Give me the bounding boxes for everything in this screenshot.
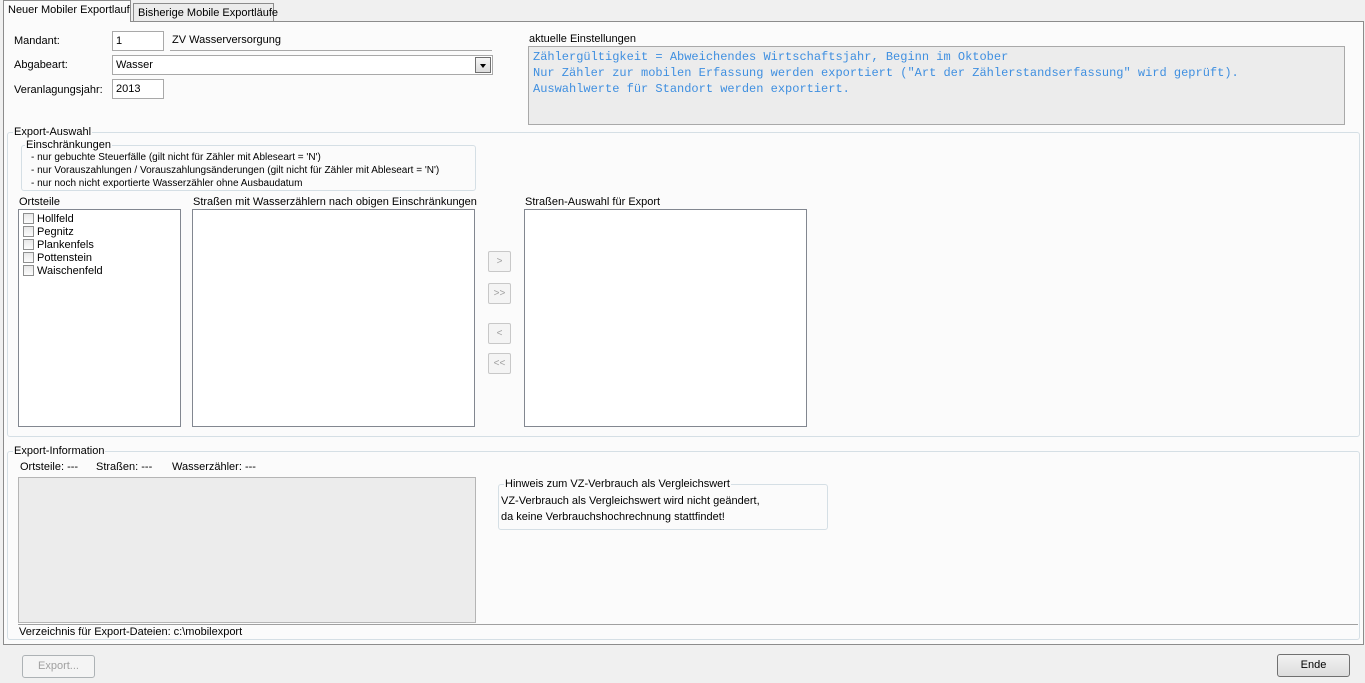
info-wasserzaehler: Wasserzähler: --- <box>172 461 256 473</box>
checkbox[interactable] <box>23 226 34 237</box>
abgabeart-select[interactable]: Wasser <box>112 55 493 75</box>
ende-button[interactable]: Ende <box>1277 654 1350 677</box>
ortsteil-item[interactable]: Hollfeld <box>23 212 74 225</box>
auswahl-label: Straßen-Auswahl für Export <box>525 196 661 208</box>
mandant-input[interactable]: 1 <box>112 31 164 51</box>
settings-title: aktuelle Einstellungen <box>529 33 637 45</box>
settings-box: Zählergültigkeit = Abweichendes Wirtscha… <box>528 46 1345 125</box>
add-all-button[interactable]: >> <box>488 283 511 304</box>
settings-line: Zählergültigkeit = Abweichendes Wirtscha… <box>533 50 1009 64</box>
info-ortsteile: Ortsteile: --- <box>20 461 79 473</box>
settings-line: Nur Zähler zur mobilen Erfassung werden … <box>533 66 1239 80</box>
ortsteil-item[interactable]: Waischenfeld <box>23 264 103 277</box>
hinweis-title: Hinweis zum VZ-Verbrauch als Vergleichsw… <box>504 478 731 490</box>
abgabeart-label: Abgabeart: <box>14 59 68 71</box>
checkbox[interactable] <box>23 252 34 263</box>
ortsteil-label: Plankenfels <box>37 238 94 251</box>
auswahl-list[interactable] <box>524 209 807 427</box>
remove-button[interactable]: < <box>488 323 511 344</box>
abgabeart-value: Wasser <box>116 59 153 71</box>
checkbox[interactable] <box>23 265 34 276</box>
ortsteil-item[interactable]: Pottenstein <box>23 251 92 264</box>
ortsteil-label: Pottenstein <box>37 251 93 264</box>
einschraenkung-item: - nur noch nicht exportierte Wasserzähle… <box>31 178 303 189</box>
checkbox[interactable] <box>23 213 34 224</box>
export-auswahl-title: Export-Auswahl <box>13 126 93 138</box>
export-directory: Verzeichnis für Export-Dateien: c:\mobil… <box>19 626 243 638</box>
hinweis-group: Hinweis zum VZ-Verbrauch als Vergleichsw… <box>498 478 828 530</box>
einschraenkungen-title: Einschränkungen <box>25 139 113 151</box>
hinweis-line: VZ-Verbrauch als Vergleichswert wird nic… <box>501 495 760 507</box>
strassen-label: Straßen mit Wasserzählern nach obigen Ei… <box>193 196 477 208</box>
ortsteil-label: Waischenfeld <box>37 264 103 277</box>
tab-neuer-exportlauf[interactable]: Neuer Mobiler Exportlauf <box>3 0 131 22</box>
hinweis-line: da keine Verbrauchshochrechnung stattfin… <box>501 511 725 523</box>
info-log-area <box>18 477 476 623</box>
einschraenkung-item: - nur gebuchte Steuerfälle (gilt nicht f… <box>31 152 321 163</box>
info-strassen: Straßen: --- <box>96 461 153 473</box>
ortsteile-list[interactable]: Hollfeld Pegnitz Plankenfels Pottenstein… <box>18 209 181 427</box>
ortsteil-item[interactable]: Plankenfels <box>23 238 94 251</box>
ortsteil-label: Hollfeld <box>37 212 74 225</box>
settings-line: Auswahlwerte für Standort werden exporti… <box>533 82 850 96</box>
export-button[interactable]: Export... <box>22 655 95 678</box>
mandant-name: ZV Wasserversorgung <box>170 31 492 51</box>
ortsteile-label: Ortsteile <box>19 196 60 208</box>
add-button[interactable]: > <box>488 251 511 272</box>
checkbox[interactable] <box>23 239 34 250</box>
jahr-label: Veranlagungsjahr: <box>14 84 103 96</box>
tab-bisherige-exportlaeufe[interactable]: Bisherige Mobile Exportläufe <box>133 3 278 23</box>
chevron-down-icon[interactable] <box>475 57 491 73</box>
export-info-title: Export-Information <box>13 445 106 457</box>
jahr-input[interactable]: 2013 <box>112 79 164 99</box>
divider <box>18 624 1358 625</box>
einschraenkung-item: - nur Vorauszahlungen / Vorauszahlungsän… <box>31 165 440 176</box>
ortsteil-item[interactable]: Pegnitz <box>23 225 74 238</box>
mandant-name-text: ZV Wasserversorgung <box>172 34 282 46</box>
ortsteil-label: Pegnitz <box>37 225 74 238</box>
remove-all-button[interactable]: << <box>488 353 511 374</box>
mandant-label: Mandant: <box>14 35 60 47</box>
strassen-list[interactable] <box>192 209 475 427</box>
